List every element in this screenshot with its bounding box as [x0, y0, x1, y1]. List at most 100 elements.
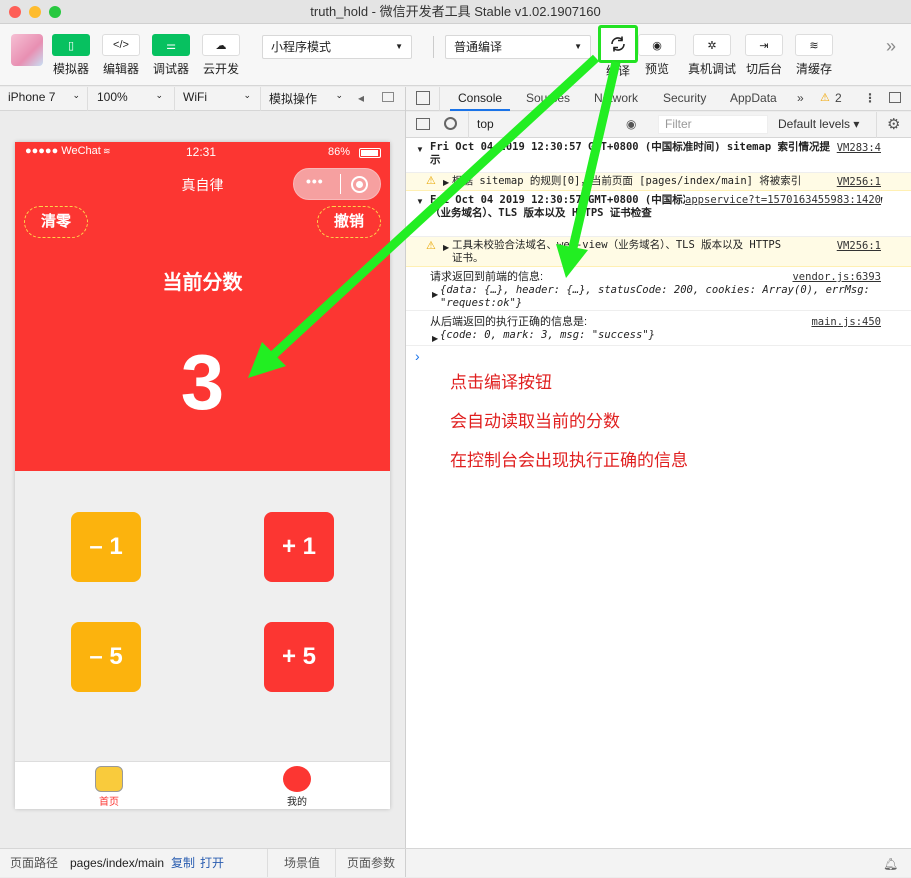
debugger-button[interactable]: ⚌ 调试器: [152, 34, 190, 77]
clear-cache-button[interactable]: ≋ 清缓存: [795, 34, 833, 77]
toolbar-divider: [433, 36, 434, 58]
more-tabs-icon[interactable]: »: [797, 87, 804, 109]
circle-icon[interactable]: [283, 766, 311, 792]
annotation-text: 会自动读取当前的分数: [450, 412, 620, 431]
console-message[interactable]: ▼ Fri Oct 04 2019 12:30:57 GMT+0800 (中国标…: [406, 141, 911, 173]
bottom-statusbar: 页面路径 pages/index/main 复制 打开 场景值 页面参数 🔔︎: [0, 848, 911, 877]
console-warning[interactable]: ⚠ ▶ 工具未校验合法域名、web-view（业务域名）、TLS 版本以及 HT…: [406, 237, 911, 267]
more-tools-icon[interactable]: »: [886, 36, 896, 57]
tab-mine[interactable]: 我的: [272, 793, 322, 808]
plus-five-button[interactable]: + 5: [264, 622, 334, 692]
expand-triangle-icon[interactable]: ▶: [443, 176, 449, 189]
warning-icon: ⚠: [426, 175, 436, 187]
editor-button[interactable]: </> 编辑器: [102, 34, 140, 77]
console-prompt[interactable]: ›: [415, 348, 420, 364]
minus-one-button[interactable]: – 1: [71, 512, 141, 582]
console-message[interactable]: ▼ Fri Oct 04 2019 12:30:57 GMT+0800 (中国标…: [406, 193, 911, 237]
clear-score-button[interactable]: 清零: [24, 206, 88, 238]
page-path: pages/index/main: [70, 856, 165, 870]
cloud-label: 云开发: [202, 62, 239, 76]
minus-five-button[interactable]: – 5: [71, 622, 141, 692]
phone-tabbar: 首页 我的: [15, 761, 390, 809]
close-miniprogram-icon[interactable]: [351, 176, 368, 193]
volume-icon[interactable]: ◂: [358, 91, 364, 105]
chick-icon[interactable]: [95, 766, 123, 792]
warning-count: 2: [835, 91, 842, 105]
warning-icon[interactable]: ⚠: [820, 91, 830, 104]
sidebar-toggle-icon[interactable]: [416, 118, 430, 130]
caret-down-icon: ▼: [574, 42, 582, 51]
preview-label: 预览: [644, 62, 669, 76]
source-link[interactable]: main.js:450: [811, 316, 881, 329]
filter-input[interactable]: Filter: [658, 115, 768, 134]
tab-security[interactable]: Security: [663, 87, 706, 109]
remote-debug-label: 真机调试: [687, 62, 736, 76]
eye-icon[interactable]: ◉: [626, 117, 636, 131]
bar-divider: [405, 849, 406, 877]
expand-triangle-icon[interactable]: ▶: [443, 241, 449, 254]
bar-divider: [260, 87, 261, 111]
levels-select[interactable]: Default levels ▾: [778, 117, 859, 131]
compile-label-wrap: 编译: [601, 62, 635, 79]
avatar[interactable]: [11, 34, 43, 66]
expand-triangle-icon[interactable]: ▼: [416, 143, 424, 156]
expand-triangle-icon[interactable]: ▼: [416, 195, 424, 208]
expand-triangle-icon[interactable]: ▶: [432, 288, 438, 301]
console-log[interactable]: 请求返回到前端的信息: ▶ {data: {…}, header: {…}, s…: [406, 269, 911, 311]
object-preview[interactable]: {code: 0, mark: 3, msg: "success"}: [430, 329, 911, 342]
kebab-menu-icon[interactable]: ⋮: [864, 91, 876, 105]
bar-divider: [87, 87, 88, 111]
context-select[interactable]: top: [477, 117, 627, 131]
preview-button[interactable]: ◉ 预览: [638, 34, 676, 77]
page-params-button[interactable]: 页面参数: [347, 849, 395, 877]
message-text: 工具未校验合法域名、web-view（业务域名）、TLS 版本以及 HTTPS …: [452, 239, 782, 264]
console-log[interactable]: 从后端返回的执行正确的信息是: ▶ {code: 0, mark: 3, msg…: [406, 315, 911, 346]
close-window-icon[interactable]: [9, 6, 21, 18]
minimize-window-icon[interactable]: [29, 6, 41, 18]
tab-appdata[interactable]: AppData: [730, 87, 777, 109]
sim-ops-select[interactable]: 模拟操作 ⌄: [269, 90, 343, 107]
more-dots-icon[interactable]: •••: [306, 173, 324, 189]
object-preview[interactable]: {data: {…}, header: {…}, statusCode: 200…: [430, 284, 890, 310]
source-link[interactable]: VM283:4: [837, 142, 881, 155]
device-select[interactable]: iPhone 7 ⌄: [8, 90, 84, 104]
compile-mode-select[interactable]: 普通编译 ▼: [445, 35, 591, 59]
source-link[interactable]: vendor.js:6393: [792, 271, 881, 284]
plus-one-button[interactable]: + 1: [264, 512, 334, 582]
tab-console[interactable]: Console: [450, 87, 511, 111]
inspect-icon[interactable]: [416, 91, 430, 105]
tab-home[interactable]: 首页: [84, 793, 134, 808]
zoom-select[interactable]: 100% ⌄: [97, 90, 163, 104]
open-link[interactable]: 打开: [200, 849, 224, 877]
tab-sources[interactable]: Sources: [526, 87, 570, 109]
simulator-button[interactable]: ▯ 模拟器: [52, 34, 90, 77]
bell-icon[interactable]: 🔔︎: [883, 850, 898, 878]
mode-select[interactable]: 小程序模式 ▼: [262, 35, 412, 59]
clear-console-icon[interactable]: [444, 117, 457, 130]
network-select[interactable]: WiFi ⌄: [183, 90, 251, 104]
window-title: truth_hold - 微信开发者工具 Stable v1.02.190716…: [310, 4, 601, 19]
console-warning[interactable]: ⚠ ▶ 根据 sitemap 的规则[0]，当前页面 [pages/index/…: [406, 173, 911, 191]
dock-icon[interactable]: [889, 92, 901, 103]
message-text: 根据 sitemap 的规则[0]，当前页面 [pages/index/main…: [452, 175, 802, 187]
source-link[interactable]: appservice?t=1570163455983:1420: [685, 194, 881, 207]
expand-triangle-icon[interactable]: ▶: [432, 332, 438, 345]
popout-icon[interactable]: [382, 92, 394, 102]
undo-button[interactable]: 撤销: [317, 206, 381, 238]
chevron-down-icon: ⌄: [155, 90, 163, 100]
phone-simulator: ●●●●● WeChat ≋ 12:31 86% 真自律 ••• 清零 撤销 当…: [15, 142, 390, 809]
copy-link[interactable]: 复制: [171, 849, 195, 877]
tab-network[interactable]: Network: [594, 87, 638, 109]
gear-icon[interactable]: ⚙: [887, 115, 900, 133]
source-link[interactable]: VM256:1: [837, 176, 881, 189]
chevron-down-icon: ⌄: [243, 90, 251, 100]
main-toolbar: ▯ 模拟器 </> 编辑器 ⚌ 调试器 ☁ 云开发 小程序模式 ▼ 普通编译 ▼ 编…: [0, 24, 911, 86]
remote-debug-button[interactable]: ✲ 真机调试: [687, 34, 737, 77]
background-button[interactable]: ⇥ 切后台: [745, 34, 783, 77]
maximize-window-icon[interactable]: [49, 6, 61, 18]
cloud-button[interactable]: ☁ 云开发: [202, 34, 240, 77]
scene-value-button[interactable]: 场景值: [284, 849, 320, 877]
compile-button[interactable]: [598, 25, 638, 63]
switch-icon: ⇥: [745, 34, 783, 56]
source-link[interactable]: VM256:1: [837, 240, 881, 253]
